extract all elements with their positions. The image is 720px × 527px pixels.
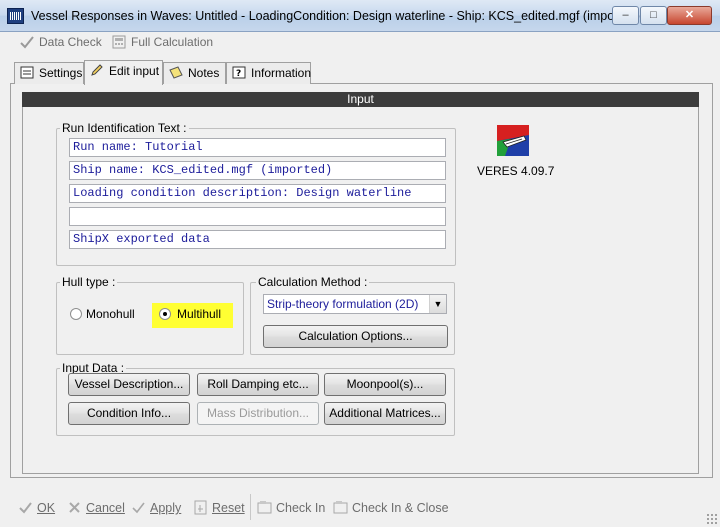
close-button[interactable]: ✕ (667, 6, 712, 25)
reset-label: Reset (212, 501, 245, 515)
mass-distribution-button: Mass Distribution... (197, 402, 319, 425)
check-in-close-button[interactable]: Check In & Close (333, 500, 449, 518)
run-identification-legend: Run Identification Text : (60, 121, 189, 135)
cancel-button[interactable]: Cancel (67, 500, 125, 518)
window-title: Vessel Responses in Waves: Untitled - Lo… (31, 9, 640, 23)
check-icon (19, 502, 32, 514)
tab-notes[interactable]: Notes (163, 62, 226, 84)
reset-button[interactable]: Reset (193, 500, 245, 518)
data-check-label: Data Check (39, 35, 102, 49)
apply-check-icon (132, 502, 145, 514)
maximize-button[interactable]: □ (640, 6, 667, 25)
check-in-label: Check In (276, 501, 326, 515)
vessel-description-button[interactable]: Vessel Description... (68, 373, 190, 396)
multihull-label[interactable]: Multihull (177, 307, 221, 321)
tab-information[interactable]: ? Information (226, 62, 311, 84)
full-calculation-label: Full Calculation (131, 35, 214, 49)
bottom-separator (250, 494, 251, 520)
check-in-button[interactable]: Check In (257, 500, 325, 518)
tab-settings[interactable]: Settings (14, 62, 84, 84)
app-icon[interactable] (7, 8, 24, 24)
additional-matrices-button[interactable]: Additional Matrices... (324, 402, 446, 425)
tab-edit-input-label: Edit input (109, 64, 160, 78)
hull-type-legend: Hull type : (60, 275, 118, 289)
chevron-down-icon[interactable]: ▼ (429, 295, 446, 313)
full-calculation-button[interactable]: Full Calculation (112, 35, 213, 53)
monohull-radio[interactable] (70, 308, 82, 320)
veres-logo-icon (497, 125, 529, 156)
apply-button[interactable]: Apply (131, 500, 181, 518)
calculation-options-button[interactable]: Calculation Options... (263, 325, 448, 348)
calculation-method-value: Strip-theory formulation (2D) (267, 297, 419, 311)
data-check-button[interactable]: Data Check (20, 35, 102, 53)
tab-notes-label: Notes (188, 66, 220, 80)
svg-text:?: ? (236, 69, 241, 79)
calculator-icon (112, 35, 126, 49)
run-name-field[interactable]: Run name: Tutorial (69, 138, 446, 157)
settings-icon (20, 66, 34, 79)
cancel-icon (69, 502, 80, 513)
check-in-close-label: Check In & Close (352, 501, 449, 515)
cancel-label: Cancel (86, 501, 125, 515)
resize-grip[interactable] (706, 513, 717, 524)
calculation-method-legend: Calculation Method : (256, 275, 370, 289)
ok-button[interactable]: OK (18, 500, 55, 518)
monohull-label[interactable]: Monohull (86, 307, 135, 321)
check-in-icon (257, 501, 272, 514)
multihull-radio[interactable] (159, 308, 171, 320)
condition-info-button[interactable]: Condition Info... (68, 402, 190, 425)
calculation-method-select[interactable]: Strip-theory formulation (2D) ▼ (263, 294, 447, 314)
roll-damping-button[interactable]: Roll Damping etc... (197, 373, 319, 396)
reset-icon (194, 500, 207, 515)
exported-data-field[interactable]: ShipX exported data (69, 230, 446, 249)
ship-name-field[interactable]: Ship name: KCS_edited.mgf (imported) (69, 161, 446, 180)
moonpools-button[interactable]: Moonpool(s)... (324, 373, 446, 396)
minimize-button[interactable]: – (612, 6, 639, 25)
apply-label: Apply (150, 501, 182, 515)
ok-label: OK (37, 501, 56, 515)
description-field-empty[interactable] (69, 207, 446, 226)
check-in-close-icon (333, 501, 348, 514)
tab-information-label: Information (251, 66, 312, 80)
input-header-title: Input (347, 92, 374, 106)
question-icon: ? (232, 66, 246, 79)
tab-settings-label: Settings (39, 66, 83, 80)
pencil-icon (91, 64, 103, 76)
loading-condition-field[interactable]: Loading condition description: Design wa… (69, 184, 446, 203)
veres-version: VERES 4.09.7 (477, 164, 555, 178)
notes-icon (169, 66, 183, 79)
check-icon (20, 36, 34, 49)
tab-edit-input[interactable]: Edit input (84, 60, 163, 85)
